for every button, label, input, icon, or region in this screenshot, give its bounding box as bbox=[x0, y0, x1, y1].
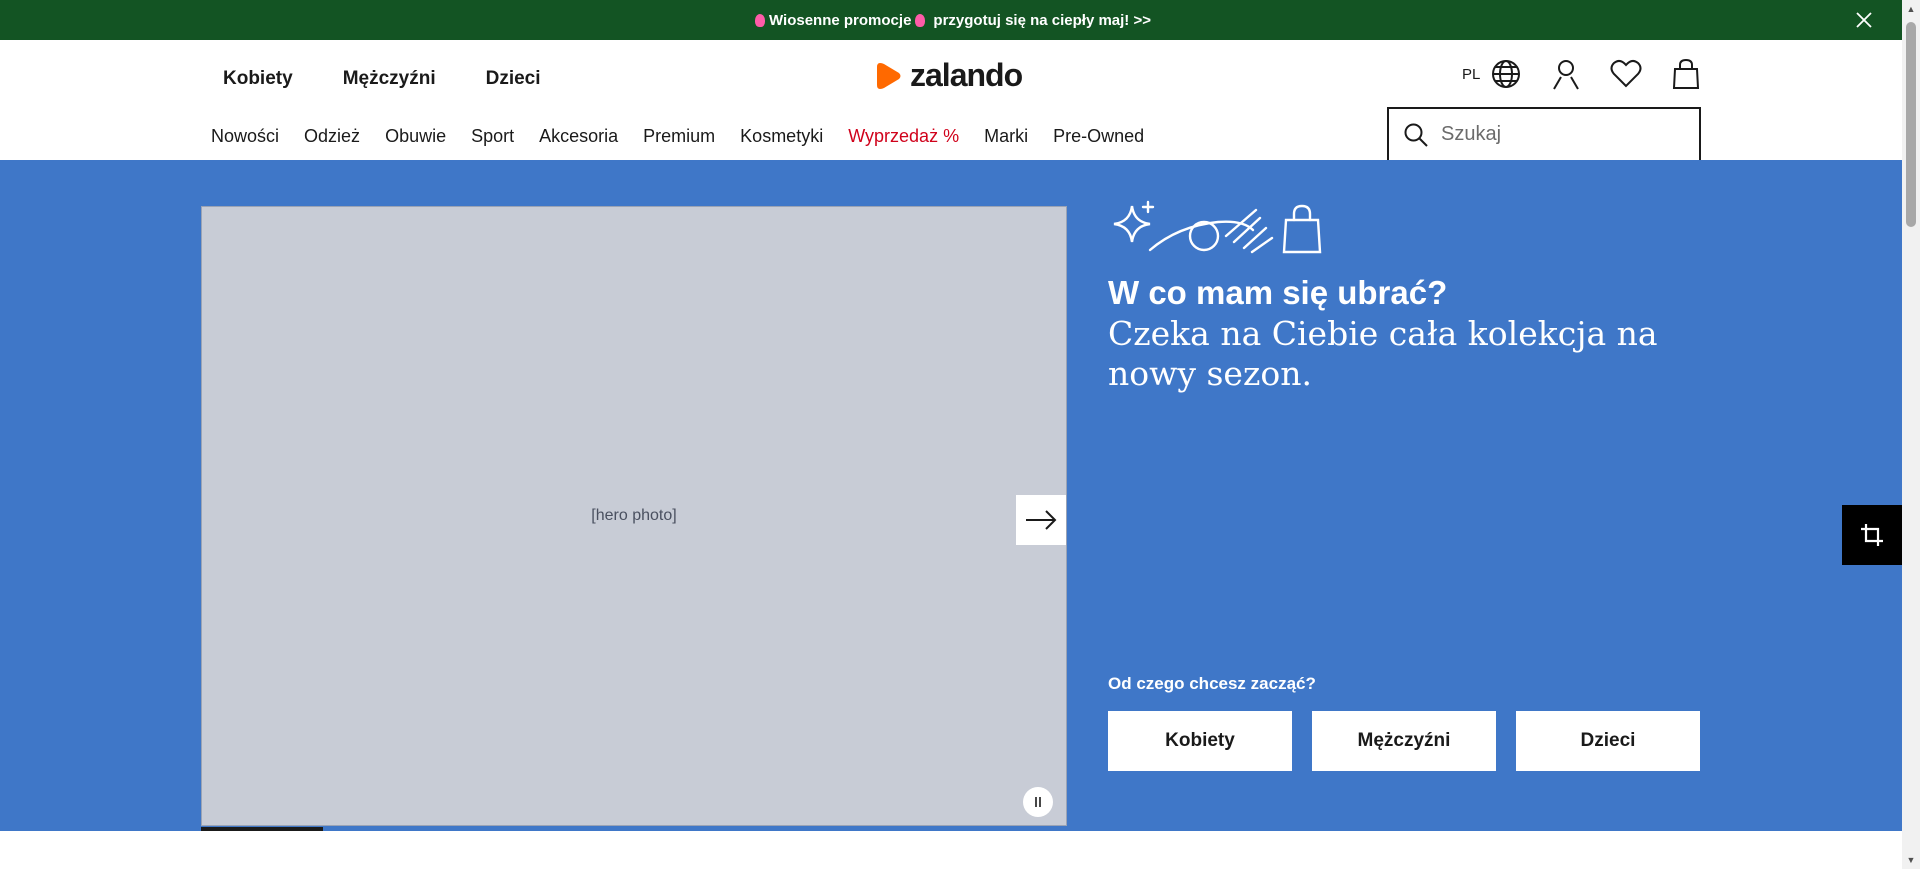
header: Kobiety Mężczyźni Dzieci zalando PL Nowo… bbox=[0, 40, 1902, 162]
category-brands[interactable]: Marki bbox=[984, 126, 1028, 147]
category-premium[interactable]: Premium bbox=[643, 126, 715, 147]
header-icons: PL bbox=[1462, 56, 1704, 92]
gender-nav: Kobiety Mężczyźni Dzieci bbox=[223, 68, 541, 90]
scroll-down-icon[interactable]: ▼ bbox=[1906, 855, 1916, 865]
logo[interactable]: zalando bbox=[872, 57, 1023, 94]
category-sport[interactable]: Sport bbox=[471, 126, 514, 147]
pause-icon bbox=[1035, 797, 1041, 807]
category-cosmetics[interactable]: Kosmetyki bbox=[740, 126, 823, 147]
promo-text-after[interactable]: przygotuj się na ciepły maj! >> bbox=[933, 12, 1151, 29]
scroll-up-icon[interactable]: ▲ bbox=[1906, 4, 1916, 14]
carousel-next-button[interactable] bbox=[1016, 495, 1066, 545]
cart-button[interactable] bbox=[1668, 56, 1704, 92]
account-button[interactable] bbox=[1548, 56, 1584, 92]
tulip-icon bbox=[915, 13, 926, 27]
cta-kids-button[interactable]: Dzieci bbox=[1516, 711, 1700, 771]
search-input[interactable] bbox=[1441, 123, 1681, 146]
cta-men-button[interactable]: Mężczyźni bbox=[1312, 711, 1496, 771]
crop-icon bbox=[1861, 524, 1883, 546]
hero-text: W co mam się ubrać? Czeka na Ciebie cała… bbox=[1108, 200, 1708, 393]
cta-row: Kobiety Mężczyźni Dzieci bbox=[1108, 711, 1700, 771]
gender-tab-kids[interactable]: Dzieci bbox=[486, 68, 541, 90]
hero-title: W co mam się ubrać? bbox=[1108, 274, 1448, 311]
tulip-icon bbox=[755, 13, 766, 27]
language-code[interactable]: PL bbox=[1462, 66, 1480, 83]
hero-banner: [hero photo] W co mam się ubrać? Czeka n… bbox=[0, 160, 1902, 831]
page-scrollbar[interactable]: ▲ ▼ bbox=[1902, 0, 1920, 869]
zalando-logo-icon bbox=[877, 62, 901, 89]
gender-tab-women[interactable]: Kobiety bbox=[223, 68, 293, 90]
category-nav: Nowości Odzież Obuwie Sport Akcesoria Pr… bbox=[211, 126, 1169, 147]
carousel-progress bbox=[201, 827, 323, 831]
close-icon[interactable] bbox=[1854, 10, 1874, 30]
user-icon bbox=[1553, 60, 1580, 90]
hero-subtitle: Czeka na Ciebie cała kolekcja na nowy se… bbox=[1108, 313, 1658, 393]
arrow-right-icon bbox=[1026, 510, 1057, 530]
decorative-sparkle-eye-bag-icon bbox=[1113, 200, 1322, 254]
category-accessories[interactable]: Akcesoria bbox=[539, 126, 618, 147]
hero-image[interactable]: [hero photo] bbox=[201, 206, 1067, 826]
search-box[interactable] bbox=[1387, 107, 1701, 162]
language-button[interactable] bbox=[1488, 56, 1524, 92]
promo-text-before[interactable]: Wiosenne promocje bbox=[769, 12, 911, 29]
category-clothing[interactable]: Odzież bbox=[304, 126, 360, 147]
gender-tab-men[interactable]: Mężczyźni bbox=[343, 68, 436, 90]
scroll-thumb[interactable] bbox=[1906, 22, 1916, 227]
hero-image-label: [hero photo] bbox=[591, 507, 677, 524]
logo-text: zalando bbox=[910, 57, 1023, 93]
promo-bar[interactable]: Wiosenne promocje przygotuj się na ciepł… bbox=[0, 0, 1902, 40]
wishlist-button[interactable] bbox=[1608, 56, 1644, 92]
bag-icon bbox=[1673, 58, 1700, 89]
cta-women-button[interactable]: Kobiety bbox=[1108, 711, 1292, 771]
globe-icon bbox=[1492, 60, 1521, 88]
search-icon bbox=[1404, 123, 1428, 147]
start-label: Od czego chcesz zacząć? bbox=[1108, 674, 1316, 693]
category-sale[interactable]: Wyprzedaż % bbox=[848, 126, 959, 147]
category-pre-owned[interactable]: Pre-Owned bbox=[1053, 126, 1144, 147]
category-shoes[interactable]: Obuwie bbox=[385, 126, 446, 147]
carousel-pause-button[interactable] bbox=[1023, 787, 1053, 817]
category-new[interactable]: Nowości bbox=[211, 126, 279, 147]
side-tool-button[interactable] bbox=[1842, 505, 1902, 565]
heart-icon bbox=[1610, 59, 1642, 88]
